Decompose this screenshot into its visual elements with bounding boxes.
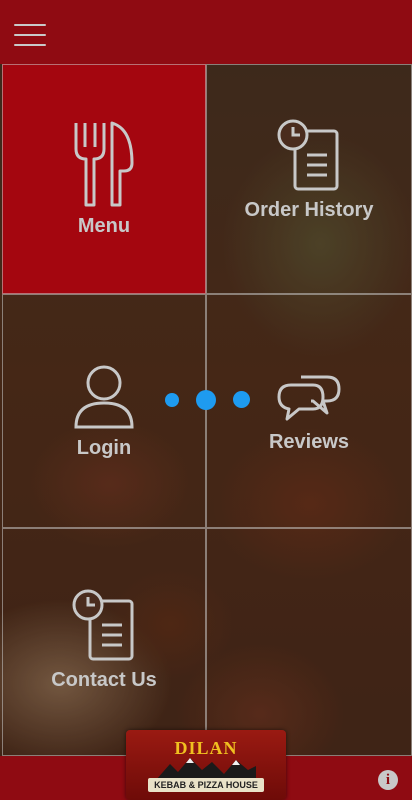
fork-knife-icon — [72, 119, 136, 209]
tile-contact-us-label: Contact Us — [51, 669, 157, 691]
tile-menu-label: Menu — [77, 215, 131, 237]
logo-subtitle: KEBAB & PIZZA HOUSE — [148, 778, 264, 792]
top-app-bar — [0, 0, 412, 64]
tile-login-label: Login — [76, 437, 132, 459]
hamburger-icon[interactable] — [14, 24, 46, 48]
info-icon[interactable]: i — [378, 770, 398, 790]
user-icon — [72, 363, 136, 431]
clock-document-icon — [277, 119, 341, 193]
loading-dot — [165, 393, 179, 407]
tile-order-history[interactable]: Order History — [206, 64, 412, 294]
tile-reviews[interactable]: Reviews — [206, 294, 412, 528]
tile-order-history-label: Order History — [244, 199, 374, 221]
mountain-skyline-icon — [156, 758, 256, 780]
tile-menu[interactable]: Menu — [2, 64, 206, 294]
tile-login[interactable]: Login — [2, 294, 206, 528]
tile-reviews-label: Reviews — [268, 431, 350, 453]
clock-document-icon — [72, 589, 136, 663]
loading-indicator — [163, 390, 253, 410]
restaurant-logo: DILAN KEBAB & PIZZA HOUSE — [126, 730, 286, 800]
loading-dot — [196, 390, 216, 410]
tile-empty — [206, 528, 412, 756]
chat-bubbles-icon — [277, 371, 341, 425]
tile-contact-us[interactable]: Contact Us — [2, 528, 206, 756]
loading-dot — [233, 391, 250, 408]
